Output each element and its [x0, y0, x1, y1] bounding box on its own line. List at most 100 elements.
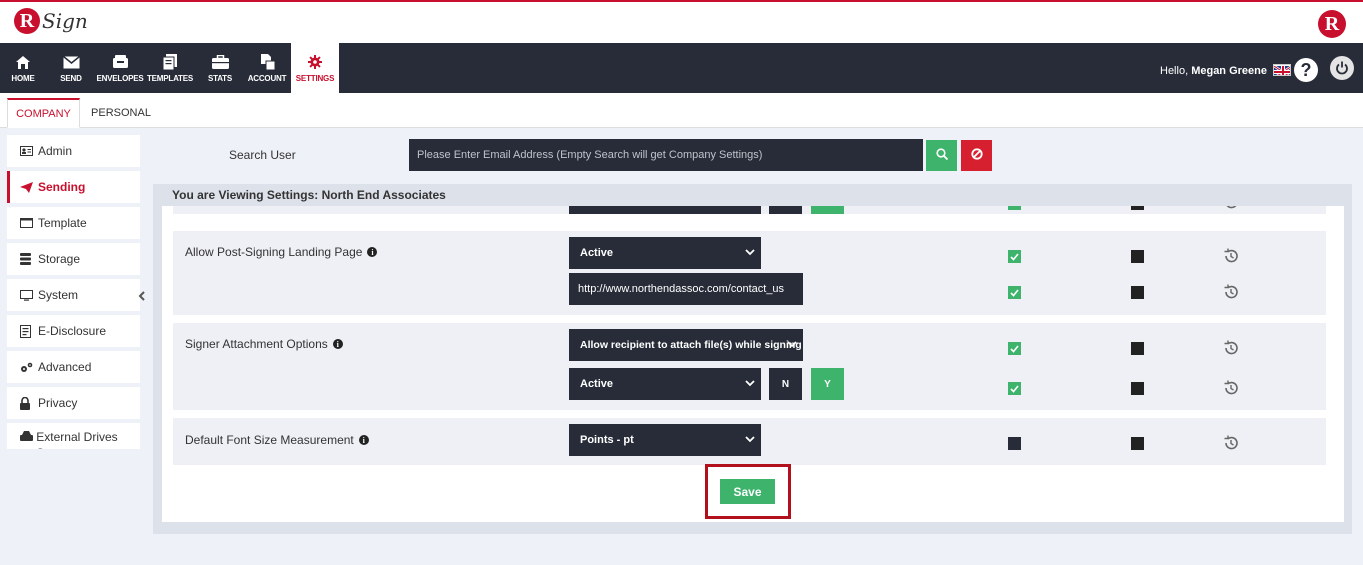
sidebar-item-advanced[interactable]: Advanced [7, 351, 140, 383]
check-icon [1010, 384, 1019, 393]
sidebar-collapse-icon[interactable] [138, 291, 145, 304]
history-icon[interactable] [1223, 340, 1239, 356]
history-icon[interactable] [1223, 248, 1239, 264]
info-icon[interactable]: i [367, 247, 378, 257]
font-size-unit-dropdown[interactable]: Points - pt [569, 424, 761, 456]
paper-plane-icon [20, 181, 36, 193]
enabled-checkbox[interactable] [1008, 342, 1021, 355]
yes-button[interactable]: Y [811, 368, 844, 400]
check-icon [1010, 288, 1019, 297]
admin-card-icon [20, 146, 36, 156]
chevron-down-icon [787, 341, 797, 348]
search-user-label: Search User [229, 148, 296, 162]
settings-row-post-signing: Allow Post-Signing Landing Page i Active… [173, 231, 1326, 315]
landing-page-url-field[interactable]: http://www.northendassoc.com/contact_us [569, 273, 803, 305]
home-icon [15, 53, 31, 71]
top-bar: R Sign R [0, 0, 1363, 43]
save-button[interactable]: Save [720, 479, 775, 504]
info-icon[interactable]: i [332, 339, 343, 349]
envelope-icon [62, 53, 80, 71]
row-label: Allow Post-Signing Landing Page i [185, 245, 378, 259]
chevron-down-icon [745, 249, 755, 256]
settings-row-partial [173, 206, 1326, 214]
partial-n-button[interactable] [769, 206, 802, 214]
row-label: Signer Attachment Options i [185, 337, 343, 351]
nav-settings[interactable]: SETTINGS [291, 43, 339, 93]
settings-row-font-size: Default Font Size Measurement i Points -… [173, 418, 1326, 465]
briefcase-icon [211, 53, 229, 71]
search-button[interactable] [926, 140, 957, 171]
partial-override-checkbox[interactable] [1131, 206, 1144, 210]
help-icon[interactable]: ? [1294, 58, 1318, 82]
gears-icon [20, 362, 36, 373]
panel-title: You are Viewing Settings: North End Asso… [172, 188, 446, 202]
partial-dropdown[interactable] [569, 206, 761, 214]
drive-icon [20, 431, 34, 441]
rsign-logo[interactable]: R Sign [14, 8, 88, 34]
row-label: Default Font Size Measurement i [185, 433, 369, 447]
url-enabled-checkbox[interactable] [1008, 286, 1021, 299]
gear-icon [308, 53, 322, 71]
history-icon[interactable] [1223, 284, 1239, 300]
sidebar-item-e-disclosure[interactable]: E-Disclosure [7, 315, 140, 347]
history-icon[interactable] [1223, 380, 1239, 396]
monitor-icon [20, 289, 36, 301]
sidebar-item-storage[interactable]: Storage [7, 243, 140, 275]
template-icon [163, 53, 177, 71]
post-signing-status-dropdown[interactable]: Active [569, 237, 761, 269]
partial-enabled-checkbox[interactable] [1008, 206, 1021, 210]
sidebar-item-admin[interactable]: Admin [7, 135, 140, 167]
info-icon[interactable]: i [358, 435, 369, 445]
nav-stats[interactable]: STATS [204, 43, 236, 93]
database-icon [20, 253, 36, 265]
history-icon[interactable] [1223, 435, 1239, 451]
enabled-checkbox[interactable] [1008, 437, 1021, 450]
ban-icon [970, 147, 983, 165]
attachment-status-dropdown[interactable]: Active [569, 368, 761, 400]
nav-account[interactable]: ACCOUNT [246, 43, 288, 93]
main-nav: HOME SEND ENVELOPES TEMPLATES STATS ACCO… [0, 43, 1363, 93]
chevron-down-icon [745, 436, 755, 443]
uk-flag-icon[interactable] [1273, 64, 1291, 76]
logo-script-text: Sign [42, 9, 88, 33]
check-icon [1010, 252, 1019, 261]
attachment-option-dropdown[interactable]: Allow recipient to attach file(s) while … [569, 329, 803, 361]
settings-row-signer-attachment: Signer Attachment Options i Allow recipi… [173, 323, 1326, 410]
partial-y-button[interactable] [811, 206, 844, 214]
chevron-down-icon [745, 380, 755, 387]
inbox-icon [112, 53, 129, 71]
settings-tabs: COMPANY PERSONAL [0, 93, 1363, 128]
sidebar-item-privacy[interactable]: Privacy [7, 387, 140, 419]
tab-personal[interactable]: PERSONAL [86, 98, 156, 128]
power-icon[interactable] [1330, 56, 1354, 80]
logo-r-mark: R [14, 8, 40, 34]
search-user-input[interactable] [409, 139, 923, 171]
partial-history-icon[interactable] [1223, 206, 1239, 210]
window-icon [20, 218, 36, 228]
override-checkbox[interactable] [1131, 250, 1144, 263]
lock-icon [20, 396, 36, 410]
enabled-checkbox[interactable] [1008, 250, 1021, 263]
check-icon [1010, 344, 1019, 353]
sidebar-item-system[interactable]: System [7, 279, 140, 311]
status-override-checkbox[interactable] [1131, 382, 1144, 395]
nav-send[interactable]: SEND [55, 43, 87, 93]
nav-templates[interactable]: TEMPLATES [146, 43, 194, 93]
clear-search-button[interactable] [961, 140, 992, 171]
status-enabled-checkbox[interactable] [1008, 382, 1021, 395]
override-checkbox[interactable] [1131, 437, 1144, 450]
sidebar-item-external-drives[interactable]: External Drives Setup [7, 423, 140, 449]
document-icon [20, 324, 36, 338]
url-override-checkbox[interactable] [1131, 286, 1144, 299]
tab-company[interactable]: COMPANY [7, 98, 80, 128]
account-icon [260, 53, 275, 71]
nav-home[interactable]: HOME [7, 43, 39, 93]
user-greeting: Hello, Megan Greene [1160, 65, 1267, 77]
sidebar-item-sending[interactable]: Sending [7, 171, 140, 203]
no-button[interactable]: N [769, 368, 802, 400]
nav-envelopes[interactable]: ENVELOPES [96, 43, 144, 93]
override-checkbox[interactable] [1131, 342, 1144, 355]
search-icon [935, 147, 948, 165]
sidebar-item-template[interactable]: Template [7, 207, 140, 239]
user-name: Megan Greene [1191, 65, 1267, 77]
